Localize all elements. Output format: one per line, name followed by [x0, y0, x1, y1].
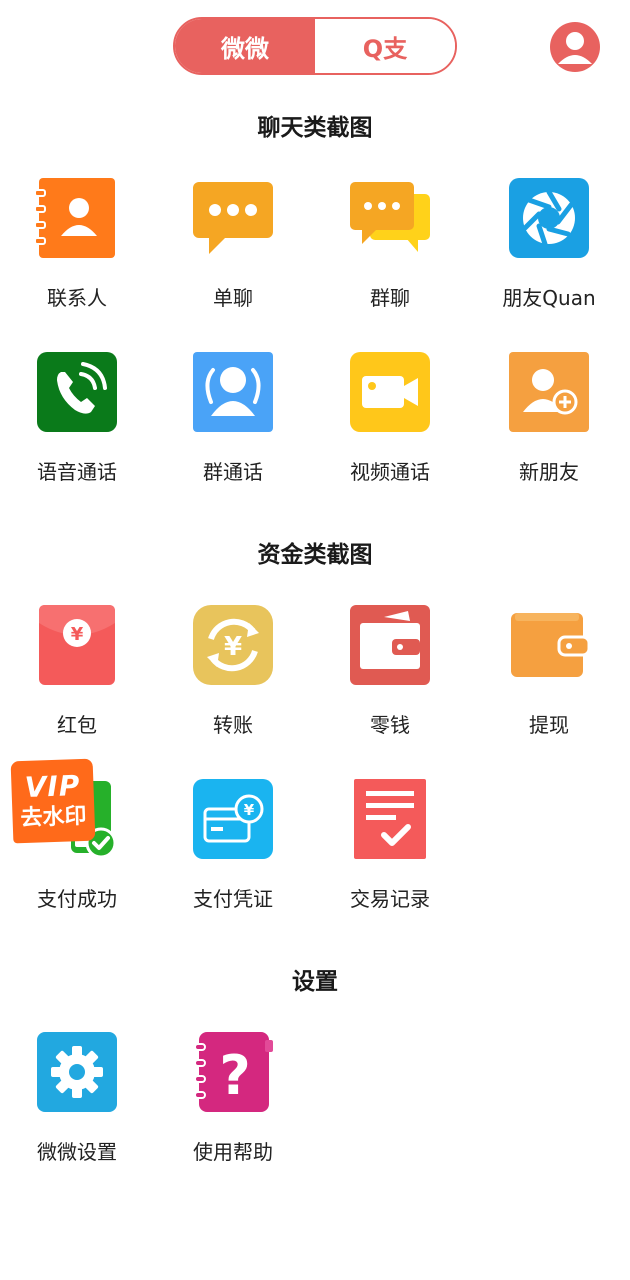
profile-button[interactable]: [550, 22, 600, 72]
tile-label: 朋友Quan: [502, 286, 596, 310]
section-title-money: 资金类截图: [257, 542, 373, 568]
tile-change[interactable]: 零钱: [315, 603, 465, 753]
red-envelope-icon: ¥: [39, 605, 115, 685]
tile-group-chat[interactable]: 群聊: [315, 176, 465, 326]
vip-badge-line2: 去水印: [20, 803, 87, 832]
tile-label: 群通话: [203, 460, 263, 484]
tile-pay-receipt[interactable]: ¥ 支付凭证: [158, 777, 308, 927]
tile-withdraw[interactable]: 提现: [474, 603, 624, 753]
contacts-book-icon: [35, 178, 115, 258]
platform-toggle: 微微 Q支: [173, 17, 457, 75]
tile-transactions[interactable]: 交易记录: [315, 777, 465, 927]
tile-single-chat[interactable]: 单聊: [158, 176, 308, 326]
vip-remove-watermark-badge[interactable]: VIP 去水印: [10, 758, 96, 844]
tile-label: 零钱: [370, 713, 410, 737]
transaction-record-icon: [354, 779, 426, 859]
section-title-settings: 设置: [292, 969, 338, 995]
tile-label: 转账: [213, 713, 253, 737]
video-camera-icon: [350, 352, 430, 432]
tab-weiwei[interactable]: 微微: [175, 19, 315, 73]
tile-label: 红包: [57, 713, 97, 737]
tile-red-packet[interactable]: ¥ 红包: [2, 603, 152, 753]
tile-label: 支付凭证: [193, 887, 273, 911]
gear-icon: [37, 1032, 117, 1112]
tile-label: 提现: [529, 713, 569, 737]
tile-help[interactable]: ? 使用帮助: [158, 1030, 308, 1180]
payment-card-icon: ¥: [193, 779, 273, 859]
tile-new-friend[interactable]: 新朋友: [474, 350, 624, 500]
user-icon: [558, 32, 592, 64]
transfer-exchange-icon: ¥: [193, 605, 273, 685]
tile-label: 微微设置: [37, 1140, 117, 1164]
group-people-icon: [193, 352, 273, 432]
tile-label: 群聊: [370, 286, 410, 310]
vip-badge-line1: VIP: [24, 769, 81, 804]
wallet-icon: [350, 605, 430, 685]
camera-aperture-icon: [509, 178, 589, 258]
add-friend-icon: [509, 352, 589, 432]
tile-label: 联系人: [47, 286, 107, 310]
tab-qzhi[interactable]: Q支: [315, 19, 455, 73]
tile-label: 语音通话: [37, 460, 117, 484]
tile-label: 支付成功: [37, 887, 117, 911]
tile-label: 使用帮助: [193, 1140, 273, 1164]
tile-moments[interactable]: 朋友Quan: [474, 176, 624, 326]
chat-bubble-icon: [193, 182, 273, 254]
wallet-withdraw-icon: [511, 613, 591, 677]
svg-text:¥: ¥: [71, 624, 84, 645]
tile-label: 单聊: [213, 286, 253, 310]
svg-text:?: ?: [219, 1044, 250, 1107]
tile-group-call[interactable]: 群通话: [158, 350, 308, 500]
tile-weiwei-settings[interactable]: 微微设置: [2, 1030, 152, 1180]
tile-label: 新朋友: [519, 460, 579, 484]
tile-label: 视频通话: [350, 460, 430, 484]
tile-contacts[interactable]: 联系人: [2, 176, 152, 326]
group-chat-bubbles-icon: [350, 182, 430, 252]
tile-voice-call[interactable]: 语音通话: [2, 350, 152, 500]
phone-call-icon: [37, 352, 117, 432]
help-book-icon: ?: [194, 1032, 273, 1112]
tile-video-call[interactable]: 视频通话: [315, 350, 465, 500]
tile-label: 交易记录: [350, 887, 430, 911]
svg-text:¥: ¥: [224, 632, 242, 662]
tile-transfer[interactable]: ¥ 转账: [158, 603, 308, 753]
svg-text:¥: ¥: [244, 801, 255, 819]
section-title-chat: 聊天类截图: [257, 115, 373, 141]
